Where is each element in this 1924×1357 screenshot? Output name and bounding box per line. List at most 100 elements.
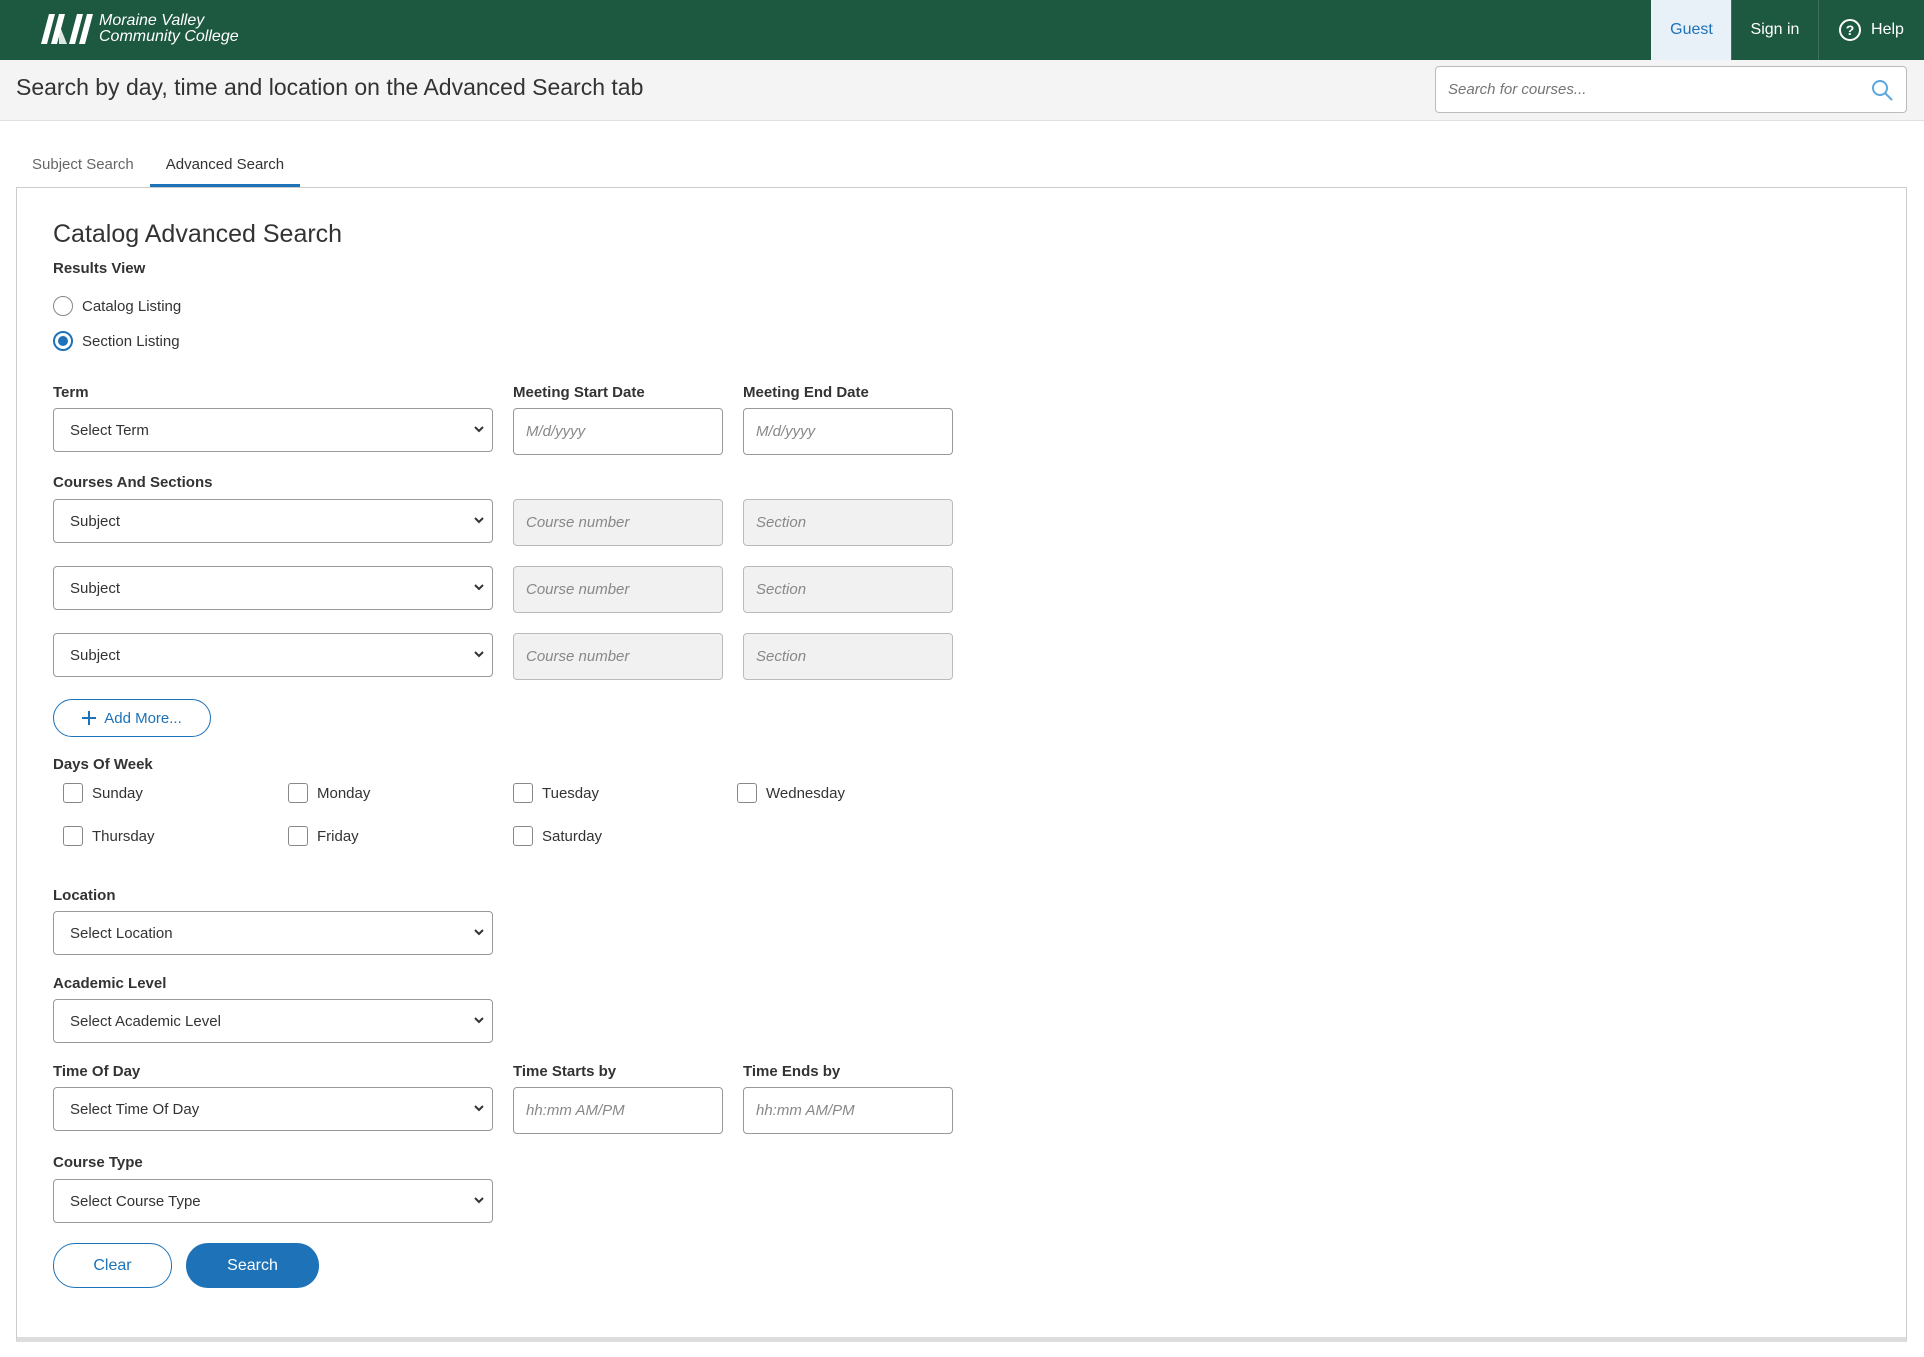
checkbox-saturday-label: Saturday — [542, 827, 603, 845]
subject-select-value: Subject — [70, 579, 121, 597]
radio-catalog-listing[interactable]: Catalog Listing — [53, 296, 181, 316]
checkbox-tuesday[interactable]: Tuesday — [513, 783, 599, 803]
course-type-select-value: Select Course Type — [70, 1192, 201, 1210]
logo-mark-icon — [41, 14, 93, 44]
nav-sign-in[interactable]: Sign in — [1731, 0, 1818, 60]
help-label: Help — [1871, 21, 1904, 38]
page-title: Search by day, time and location on the … — [16, 74, 644, 100]
subject-select[interactable]: Subject — [53, 499, 493, 543]
end-date-label: Meeting End Date — [743, 384, 869, 401]
help-icon: ? — [1839, 19, 1862, 41]
form-title: Catalog Advanced Search — [53, 220, 343, 248]
plus-icon — [82, 711, 97, 725]
results-view-label: Results View — [53, 260, 146, 277]
section-input[interactable]: Section — [743, 499, 953, 546]
tab-subject-search[interactable]: Subject Search — [16, 140, 150, 188]
checkbox-thursday[interactable]: Thursday — [63, 826, 155, 846]
subject-select-value: Subject — [70, 646, 121, 664]
course-number-input[interactable]: Course number — [513, 633, 723, 680]
course-type-select[interactable]: Select Course Type — [53, 1179, 493, 1223]
radio-section-listing-button[interactable] — [53, 331, 73, 351]
checkbox-sunday-box[interactable] — [63, 783, 83, 803]
time-starts-input[interactable]: hh:mm AM/PM — [513, 1087, 723, 1134]
location-select[interactable]: Select Location — [53, 911, 493, 955]
section-input[interactable]: Section — [743, 566, 953, 613]
checkbox-saturday-box[interactable] — [513, 826, 533, 846]
time-of-day-label: Time Of Day — [53, 1063, 141, 1080]
courses-sections-label: Courses And Sections — [53, 474, 213, 491]
nav-help[interactable]: ? Help — [1818, 0, 1924, 60]
tab-advanced-search[interactable]: Advanced Search — [149, 140, 301, 188]
chevron-down-icon — [474, 517, 484, 524]
start-date-label: Meeting Start Date — [513, 384, 645, 401]
nav-guest[interactable]: Guest — [1651, 0, 1731, 60]
checkbox-sunday-label: Sunday — [92, 784, 143, 802]
chevron-down-icon — [474, 426, 484, 433]
chevron-down-icon — [474, 1017, 484, 1024]
checkbox-wednesday[interactable]: Wednesday — [737, 783, 845, 803]
college-name-line2: Community College — [99, 28, 239, 45]
radio-section-listing-label: Section Listing — [82, 332, 180, 350]
clear-button[interactable]: Clear — [53, 1243, 172, 1288]
search-icon[interactable] — [1870, 78, 1894, 102]
subject-select[interactable]: Subject — [53, 633, 493, 677]
time-ends-input[interactable]: hh:mm AM/PM — [743, 1087, 953, 1134]
meeting-end-date-input[interactable]: M/d/yyyy — [743, 408, 953, 455]
subject-select[interactable]: Subject — [53, 566, 493, 610]
term-select-value: Select Term — [70, 421, 149, 439]
checkbox-monday[interactable]: Monday — [288, 783, 370, 803]
radio-section-listing[interactable]: Section Listing — [53, 331, 180, 351]
academic-level-label: Academic Level — [53, 975, 167, 992]
term-select[interactable]: Select Term — [53, 408, 493, 452]
course-number-input[interactable]: Course number — [513, 566, 723, 613]
page-header: Search by day, time and location on the … — [0, 60, 1924, 121]
checkbox-monday-label: Monday — [317, 784, 371, 802]
checkbox-monday-box[interactable] — [288, 783, 308, 803]
chevron-down-icon — [474, 584, 484, 591]
academic-level-select-value: Select Academic Level — [70, 1012, 221, 1030]
checkbox-friday-box[interactable] — [288, 826, 308, 846]
checkbox-friday[interactable]: Friday — [288, 826, 359, 846]
advanced-search-panel: Catalog Advanced Search Results View Cat… — [16, 188, 1907, 1342]
chevron-down-icon — [474, 1105, 484, 1112]
top-bar: Moraine Valley Community College Guest S… — [0, 0, 1924, 60]
course-type-label: Course Type — [53, 1154, 143, 1171]
add-more-label: Add More... — [104, 709, 182, 727]
chevron-down-icon — [474, 651, 484, 658]
checkbox-sunday[interactable]: Sunday — [63, 783, 143, 803]
days-of-week-label: Days Of Week — [53, 756, 153, 773]
college-logo[interactable]: Moraine Valley Community College — [41, 13, 239, 45]
checkbox-saturday[interactable]: Saturday — [513, 826, 602, 846]
location-label: Location — [53, 887, 116, 904]
time-of-day-select-value: Select Time Of Day — [70, 1100, 200, 1118]
search-tabs: Subject Search Advanced Search — [16, 140, 301, 188]
course-search-input[interactable] — [1436, 67, 1856, 112]
checkbox-thursday-label: Thursday — [92, 827, 155, 845]
location-select-value: Select Location — [70, 924, 173, 942]
search-button[interactable]: Search — [186, 1243, 319, 1288]
section-input[interactable]: Section — [743, 633, 953, 680]
chevron-down-icon — [474, 1197, 484, 1204]
time-of-day-select[interactable]: Select Time Of Day — [53, 1087, 493, 1131]
radio-catalog-listing-label: Catalog Listing — [82, 297, 182, 315]
academic-level-select[interactable]: Select Academic Level — [53, 999, 493, 1043]
checkbox-thursday-box[interactable] — [63, 826, 83, 846]
chevron-down-icon — [474, 929, 484, 936]
checkbox-wednesday-label: Wednesday — [766, 784, 845, 802]
top-nav: Guest Sign in ? Help — [1651, 0, 1924, 60]
course-number-input[interactable]: Course number — [513, 499, 723, 546]
term-label: Term — [53, 384, 89, 401]
checkbox-friday-label: Friday — [317, 827, 359, 845]
radio-catalog-listing-button[interactable] — [53, 296, 73, 316]
meeting-start-date-input[interactable]: M/d/yyyy — [513, 408, 723, 455]
college-name-line1: Moraine Valley — [99, 12, 205, 29]
add-more-button[interactable]: Add More... — [53, 699, 211, 737]
checkbox-tuesday-box[interactable] — [513, 783, 533, 803]
checkbox-tuesday-label: Tuesday — [542, 784, 599, 802]
course-search-box — [1435, 66, 1907, 113]
college-name: Moraine Valley Community College — [99, 13, 239, 45]
time-ends-label: Time Ends by — [743, 1063, 841, 1080]
checkbox-wednesday-box[interactable] — [737, 783, 757, 803]
time-starts-label: Time Starts by — [513, 1063, 617, 1080]
subject-select-value: Subject — [70, 512, 121, 530]
